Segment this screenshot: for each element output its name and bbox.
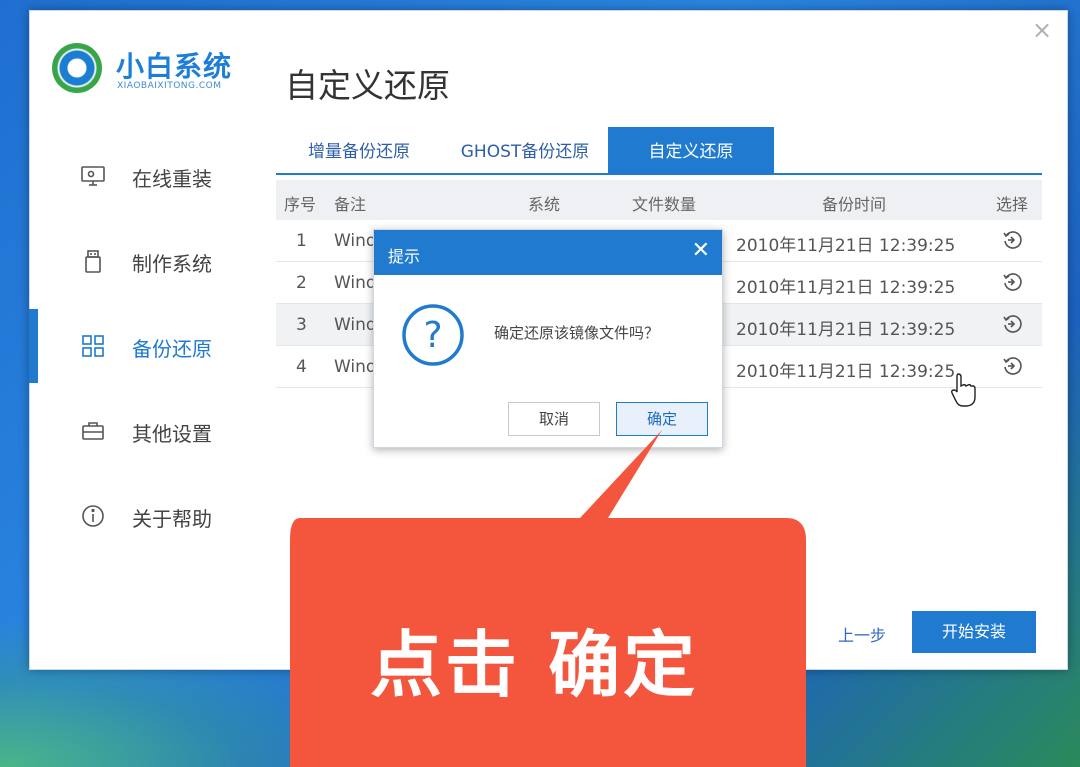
logo-mark-icon [52,43,102,93]
dialog-header: 提示 ✕ [374,230,722,275]
row-index: 4 [296,357,307,377]
monitor-icon [81,166,105,186]
table-header: 序号 备注 系统 文件数量 备份时间 选择 [276,180,1042,220]
header-system: 系统 [528,195,561,214]
restore-icon[interactable] [1002,355,1024,377]
question-icon: ? [402,304,464,366]
sidebar-item-other-settings[interactable]: 其他设置 [30,394,250,479]
sidebar-item-label: 在线重装 [132,167,212,191]
tab-bar: 增量备份还原 GHOST备份还原 自定义还原 [276,127,1042,175]
row-index: 2 [296,273,307,293]
confirm-dialog: 提示 ✕ ? 确定还原该镜像文件吗？ 取消 确定 [373,229,723,448]
header-select: 选择 [996,195,1029,214]
logo: 小白系统 XIAOBAIXITONG.COM [52,41,272,101]
usb-icon [85,250,101,273]
row-index: 1 [296,231,307,251]
confirm-button[interactable]: 确定 [616,402,708,436]
restore-icon[interactable] [1002,313,1024,335]
sidebar-item-backup-restore[interactable]: 备份还原 [29,309,250,394]
brand-subtitle: XIAOBAIXITONG.COM [117,81,222,91]
sidebar-item-label: 关于帮助 [132,507,212,531]
cancel-button[interactable]: 取消 [508,402,600,436]
header-note: 备注 [334,195,367,214]
tab-ghost-restore[interactable]: GHOST备份还原 [442,127,608,173]
grid-icon [82,335,104,357]
sidebar: 在线重装 制作系统 备份还原 其他设置 关于帮助 [29,139,250,564]
row-index: 3 [296,315,307,335]
sidebar-item-label: 其他设置 [132,422,212,446]
row-time: 2010年11月21日 12:39:25 [736,236,956,256]
window-close-icon[interactable]: × [1031,18,1053,42]
sidebar-item-label: 制作系统 [132,252,212,276]
row-note: Wind [334,357,377,377]
sidebar-item-label: 备份还原 [132,337,212,361]
brand-name: 小白系统 [116,50,233,83]
header-backup-time: 备份时间 [822,195,887,214]
info-icon [82,505,104,527]
start-install-button[interactable]: 开始安装 [912,611,1036,653]
row-note: Wind [334,273,377,293]
prev-step-link[interactable]: 上一步 [838,622,886,646]
restore-icon[interactable] [1002,229,1024,251]
sidebar-item-about-help[interactable]: 关于帮助 [30,479,250,564]
dialog-title: 提示 [388,247,421,266]
tab-incremental-restore[interactable]: 增量备份还原 [276,127,442,173]
tab-custom-restore[interactable]: 自定义还原 [608,127,774,173]
row-time: 2010年11月21日 12:39:25 [736,362,956,382]
header-file-count: 文件数量 [632,195,697,214]
sidebar-item-make-system[interactable]: 制作系统 [30,224,250,309]
row-time: 2010年11月21日 12:39:25 [736,320,956,340]
callout-text: 点击 确定 [370,623,699,707]
dialog-close-icon[interactable]: ✕ [692,238,710,263]
dialog-message: 确定还原该镜像文件吗？ [494,324,660,342]
page-title: 自定义还原 [285,66,450,105]
hand-cursor-icon [951,373,976,407]
row-note: Wind [334,231,377,251]
row-note: Wind [334,315,377,335]
restore-icon[interactable] [1002,271,1024,293]
svg-text:?: ? [423,315,442,356]
row-time: 2010年11月21日 12:39:25 [736,278,956,298]
sidebar-item-online-install[interactable]: 在线重装 [30,139,250,224]
briefcase-icon [82,422,104,440]
header-index: 序号 [284,195,317,214]
